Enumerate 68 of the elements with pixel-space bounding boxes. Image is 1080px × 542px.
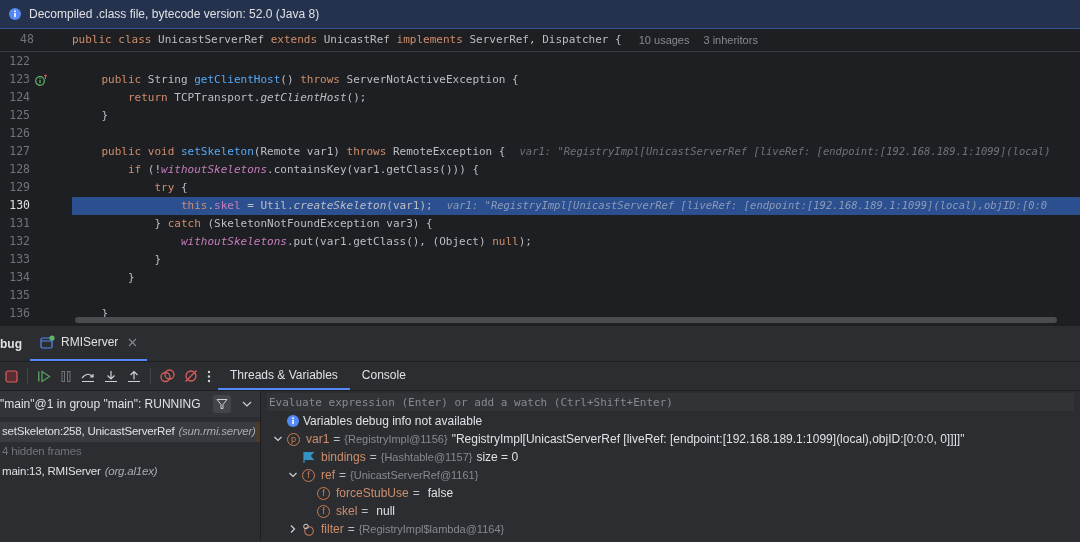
line-number: 131 — [8, 215, 30, 233]
pause-icon[interactable] — [60, 369, 72, 383]
info-icon — [9, 8, 21, 20]
breakpoints-icon[interactable] — [160, 369, 175, 383]
banner-text: Decompiled .class file, bytecode version: 52.0 (Java 8) — [29, 6, 320, 23]
chevron-down-icon[interactable] — [242, 401, 252, 407]
run-config-icon — [40, 335, 55, 349]
line-number: 132 — [8, 233, 30, 251]
line-number: 127 — [8, 143, 30, 161]
code-line: try { — [153, 179, 188, 196]
step-into-icon[interactable] — [104, 369, 118, 383]
line-number: 124 — [8, 89, 30, 107]
implements-marker-icon[interactable] — [35, 74, 48, 86]
stop-icon[interactable] — [5, 369, 18, 383]
chevron-right-icon[interactable] — [288, 524, 298, 534]
stack-frame[interactable]: setSkeleton:258, UnicastServerRef (sun.rmi.server) — [0, 422, 260, 442]
code-line: if (!withoutSkeletons.containsKey(var1.getClass())) { — [126, 161, 479, 178]
code-line: } — [100, 107, 109, 124]
code-line: this.skel = Util.createSkeleton(var1); — [179, 197, 433, 214]
code-line: } — [153, 251, 162, 268]
chevron-down-icon[interactable] — [273, 434, 283, 444]
line-number: 129 — [8, 179, 30, 197]
info-icon — [287, 415, 299, 427]
inline-value-hint: var1: "RegistryImpl[UnicastServerRef [liveRef: [endpoint:[192.168.189.1:1099](local),objID:[0:0 — [446, 198, 1048, 214]
line-number: 133 — [8, 251, 30, 269]
variable-entry[interactable]: filter = {RegistryImpl$lambda@1164} — [321, 520, 505, 538]
variable-entry[interactable]: forceStubUse = false — [336, 484, 454, 502]
notice-text: Variables debug info not available — [303, 413, 483, 430]
line-number: 134 — [8, 269, 30, 287]
flag-icon — [302, 450, 315, 464]
usage-hint[interactable]: 10 usages — [638, 31, 690, 49]
evaluate-expression-field[interactable]: Evaluate expression (Enter) or add a watch (Ctrl+Shift+Enter) — [267, 393, 1074, 411]
filter-icon[interactable] — [213, 395, 231, 413]
code-line: } catch (SkeletonNotFoundException var3) { — [153, 215, 433, 232]
variable-entry[interactable]: var1 = {RegistryImpl@1156} "RegistryImpl[UnicastServerRef [liveRef: [endpoint:[192.168.189.1:1099](local),objID:[0:0:0, 0]]]]" — [306, 430, 965, 448]
panel-tab[interactable]: Console — [349, 362, 418, 390]
line-number: 123 — [8, 71, 30, 89]
variable-entry[interactable]: skel = null — [336, 502, 396, 520]
variable-entry[interactable]: bindings = {Hashtable@1157} size = 0 — [321, 448, 519, 466]
thread-selector[interactable]: "main"@1 in group "main": RUNNING — [0, 391, 260, 417]
inline-value-hint: var1: "RegistryImpl[UnicastServerRef [liveRef: [endpoint:[192.168.189.1:1099](local) — [519, 144, 1051, 160]
resume-icon[interactable] — [37, 369, 51, 383]
line-number: 128 — [8, 161, 30, 179]
line-number: 122 — [8, 53, 30, 71]
variable-entry[interactable]: ref = {UnicastServerRef@1161} — [321, 466, 479, 484]
mute-breakpoints-icon[interactable] — [184, 369, 198, 383]
code-line: public class UnicastServerRef extends UnicastRef implements ServerRef, Dispatcher { — [72, 31, 622, 48]
code-line: } — [126, 269, 135, 286]
more-icon[interactable] — [207, 369, 211, 383]
close-icon[interactable] — [128, 337, 138, 347]
panel-title: bug — [0, 335, 23, 353]
code-line: withoutSkeletons.put(var1.getClass(), (Object) null); — [179, 233, 532, 250]
line-number: 125 — [8, 107, 30, 125]
code-line: return TCPTransport.getClientHost(); — [126, 89, 367, 106]
step-out-icon[interactable] — [127, 369, 141, 383]
line-number: 130 — [8, 197, 30, 215]
line-number: 48 — [19, 31, 35, 49]
code-line: public void setSkeleton(Remote var1) throws RemoteException { — [100, 143, 506, 160]
code-line: public String getClientHost() throws ServerNotActiveException { — [100, 71, 519, 88]
horizontal-scrollbar[interactable] — [75, 317, 1057, 323]
stack-frame[interactable]: main:13, RMIServer (org.al1ex) — [0, 462, 260, 482]
line-number: 126 — [8, 125, 30, 143]
line-number: 135 — [8, 287, 30, 305]
usage-hint[interactable]: 3 inheritors — [703, 31, 758, 49]
chevron-down-icon[interactable] — [288, 470, 298, 480]
line-number: 136 — [8, 305, 30, 323]
lambda-field-icon — [302, 522, 315, 536]
session-tab[interactable]: RMIServer — [30, 325, 148, 361]
